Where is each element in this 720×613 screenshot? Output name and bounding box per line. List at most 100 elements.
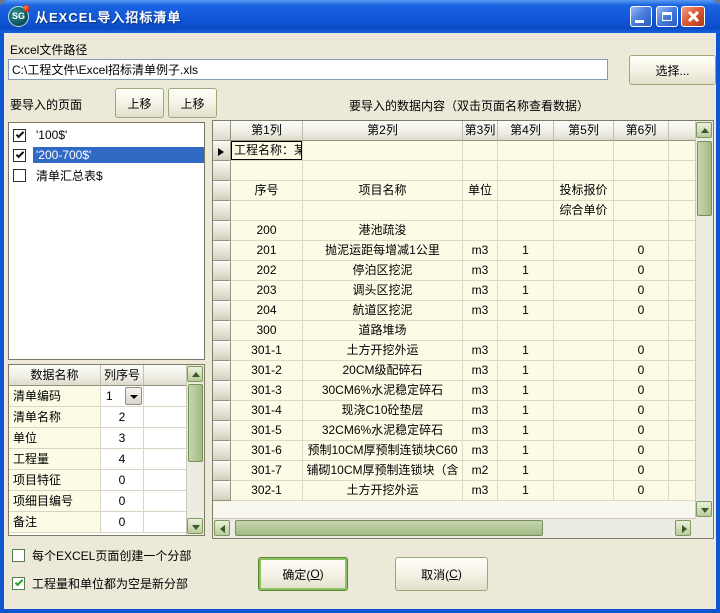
cancel-button[interactable]: 取消(C)	[395, 557, 488, 591]
table-cell[interactable]: 港池疏浚	[303, 221, 463, 241]
scroll-up-button[interactable]	[187, 366, 203, 382]
row-header[interactable]	[213, 341, 231, 361]
table-cell[interactable]	[554, 221, 614, 241]
table-cell[interactable]: 20CM级配碎石	[303, 361, 463, 381]
table-cell[interactable]: 单位	[463, 181, 498, 201]
table-cell[interactable]: 1	[498, 421, 554, 441]
row-header[interactable]	[213, 481, 231, 501]
table-cell[interactable]	[498, 141, 554, 161]
mapping-name-cell[interactable]: 备注	[9, 512, 101, 533]
mapping-name-cell[interactable]: 项细目编号	[9, 491, 101, 512]
mapping-col-cell[interactable]: 2	[101, 407, 144, 428]
dropdown-button[interactable]	[125, 387, 142, 405]
scroll-thumb[interactable]	[188, 384, 203, 462]
table-cell[interactable]	[498, 161, 554, 181]
sheet-list-item[interactable]: '100$'	[9, 125, 204, 145]
row-header[interactable]	[213, 441, 231, 461]
column-header[interactable]: 第2列	[303, 121, 463, 141]
table-cell[interactable]: 0	[614, 301, 669, 321]
table-cell[interactable]: m3	[463, 481, 498, 501]
table-cell[interactable]: 1	[498, 301, 554, 321]
table-cell[interactable]: 0	[614, 441, 669, 461]
move-up-button-1[interactable]: 上移	[115, 88, 164, 118]
table-cell[interactable]: 停泊区挖泥	[303, 261, 463, 281]
row-header[interactable]	[213, 221, 231, 241]
table-cell[interactable]	[554, 381, 614, 401]
table-cell[interactable]	[554, 341, 614, 361]
table-cell[interactable]: 项目名称	[303, 181, 463, 201]
table-cell[interactable]	[463, 321, 498, 341]
table-cell[interactable]: 301-5	[231, 421, 303, 441]
table-cell[interactable]: 道路堆场	[303, 321, 463, 341]
table-cell[interactable]	[554, 441, 614, 461]
row-header[interactable]	[213, 421, 231, 441]
column-header[interactable]: 第3列	[463, 121, 498, 141]
row-header[interactable]	[213, 181, 231, 201]
table-cell[interactable]: 0	[614, 381, 669, 401]
table-cell[interactable]	[554, 401, 614, 421]
row-header[interactable]	[213, 261, 231, 281]
table-cell[interactable]: 1	[498, 461, 554, 481]
mapping-column-header[interactable]: 数据名称	[9, 365, 101, 386]
table-cell[interactable]	[554, 461, 614, 481]
column-header[interactable]: 第5列	[554, 121, 614, 141]
sheet-checkbox[interactable]	[13, 129, 26, 142]
table-cell[interactable]: 204	[231, 301, 303, 321]
table-cell[interactable]	[554, 321, 614, 341]
scroll-down-button[interactable]	[696, 501, 712, 517]
table-cell[interactable]: 30CM6%水泥稳定碎石	[303, 381, 463, 401]
table-cell[interactable]	[463, 221, 498, 241]
checkbox-icon[interactable]	[12, 549, 25, 562]
table-cell[interactable]	[554, 361, 614, 381]
table-cell[interactable]: 工程名称：某	[231, 141, 303, 161]
mapping-col-cell[interactable]: 4	[101, 449, 144, 470]
close-button[interactable]	[681, 6, 705, 27]
table-cell[interactable]: 201	[231, 241, 303, 261]
mapping-col-cell[interactable]: 0	[101, 470, 144, 491]
table-cell[interactable]: 抛泥运距每增减1公里	[303, 241, 463, 261]
table-cell[interactable]: m3	[463, 361, 498, 381]
table-cell[interactable]: 综合单价	[554, 201, 614, 221]
table-cell[interactable]	[231, 161, 303, 181]
table-cell[interactable]: 土方开挖外运	[303, 341, 463, 361]
mapping-column-header[interactable]: 列序号	[101, 365, 144, 386]
table-cell[interactable]	[554, 301, 614, 321]
table-cell[interactable]: 1	[498, 401, 554, 421]
table-cell[interactable]: 0	[614, 241, 669, 261]
checkbox-icon[interactable]	[12, 577, 25, 590]
table-cell[interactable]: 302-1	[231, 481, 303, 501]
table-cell[interactable]	[231, 201, 303, 221]
preview-vertical-scrollbar[interactable]	[695, 121, 713, 518]
table-cell[interactable]: 铺砌10CM厚预制连锁块（含	[303, 461, 463, 481]
table-cell[interactable]	[554, 241, 614, 261]
table-cell[interactable]	[498, 221, 554, 241]
table-cell[interactable]: 200	[231, 221, 303, 241]
row-header[interactable]	[213, 141, 231, 161]
sheet-list[interactable]: '100$''200-700$'清单汇总表$	[8, 122, 205, 360]
mapping-vertical-scrollbar[interactable]	[186, 365, 204, 535]
table-cell[interactable]: 301-6	[231, 441, 303, 461]
table-cell[interactable]: 0	[614, 361, 669, 381]
sheet-checkbox[interactable]	[13, 149, 26, 162]
table-cell[interactable]: 投标报价	[554, 181, 614, 201]
mapping-col-cell[interactable]: 0	[101, 491, 144, 512]
table-cell[interactable]: 1	[498, 361, 554, 381]
column-header[interactable]: 第6列	[614, 121, 669, 141]
table-cell[interactable]: 203	[231, 281, 303, 301]
mapping-name-cell[interactable]: 单位	[9, 428, 101, 449]
row-header[interactable]	[213, 461, 231, 481]
table-cell[interactable]	[614, 221, 669, 241]
table-cell[interactable]: 航道区挖泥	[303, 301, 463, 321]
table-cell[interactable]: 预制10CM厚预制连锁块C60	[303, 441, 463, 461]
table-cell[interactable]: m3	[463, 441, 498, 461]
mapping-col-cell[interactable]: 1	[101, 386, 144, 407]
table-cell[interactable]: 32CM6%水泥稳定碎石	[303, 421, 463, 441]
footer-checkbox-1[interactable]: 工程量和单位都为空是新分部	[12, 575, 188, 592]
row-header[interactable]	[213, 381, 231, 401]
table-cell[interactable]: 1	[498, 241, 554, 261]
table-cell[interactable]: 0	[614, 401, 669, 421]
table-cell[interactable]	[303, 201, 463, 221]
table-cell[interactable]: 1	[498, 261, 554, 281]
table-cell[interactable]	[614, 181, 669, 201]
table-cell[interactable]: 0	[614, 341, 669, 361]
